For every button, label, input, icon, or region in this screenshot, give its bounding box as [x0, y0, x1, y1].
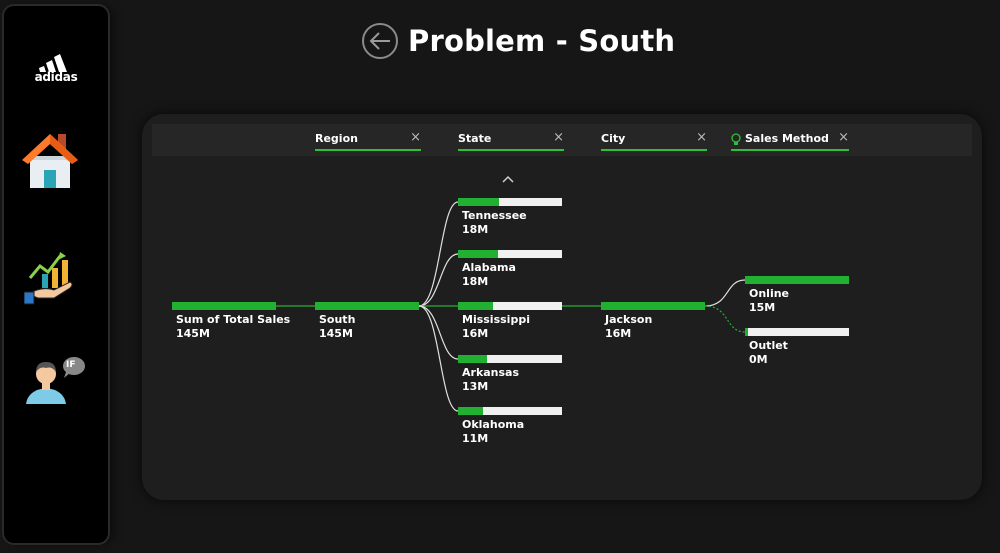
node-bar [458, 355, 562, 363]
node-bar [745, 328, 849, 336]
node-value: 145M [176, 327, 210, 340]
node-value: 11M [462, 432, 489, 445]
node-bar [458, 198, 562, 206]
node-value: 18M [462, 275, 489, 288]
node-bar [458, 407, 562, 415]
node-bar [458, 302, 562, 310]
node-name: Online [749, 287, 790, 300]
node-name: Sum of Total Sales [176, 313, 291, 326]
tree-connectors [276, 201, 746, 412]
node-value: 18M [462, 223, 489, 236]
node-name: Jackson [605, 313, 653, 326]
node-bar [745, 276, 849, 284]
node-name: South [319, 313, 356, 326]
node-name: Tennessee [462, 209, 527, 222]
node-value: 15M [749, 301, 776, 314]
node-value: 16M [462, 327, 489, 340]
node-name: Oklahoma [462, 418, 525, 431]
node-name: Outlet [749, 339, 788, 352]
node-name: Mississippi [462, 313, 530, 326]
node-value: 145M [319, 327, 353, 340]
node-value: 13M [462, 380, 489, 393]
node-bar [315, 302, 419, 310]
node-bar [601, 302, 705, 310]
node-name: Alabama [462, 261, 516, 274]
node-value: 16M [605, 327, 632, 340]
node-name: Arkansas [462, 366, 520, 379]
node-value: 0M [749, 353, 768, 366]
node-bar [172, 302, 276, 310]
node-bar [458, 250, 562, 258]
